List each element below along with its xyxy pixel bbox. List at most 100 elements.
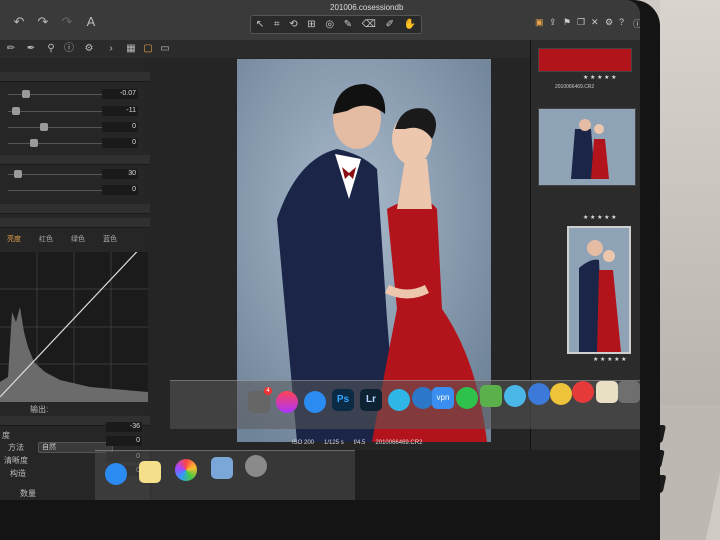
netease-music-icon[interactable] (572, 381, 594, 403)
slider-value[interactable]: 0 (102, 138, 138, 148)
macos-dock: 4 Ps Lr vpn (170, 380, 640, 429)
thumbnail-selected[interactable] (538, 108, 636, 186)
stickies-icon[interactable] (139, 461, 161, 483)
finder-icon[interactable] (528, 383, 550, 405)
photo-info-bar: ISO 200 1/125 s f/4.5 2010066469.CR2 (292, 440, 492, 450)
compare-view-icon[interactable]: ▭ (158, 42, 172, 56)
info-icon-app[interactable] (388, 389, 410, 411)
tab-green[interactable]: 绿色 (66, 233, 90, 247)
window-title: 201006.cosessiondb (330, 3, 404, 12)
slider-thumb[interactable] (30, 139, 38, 147)
hand-tool-icon[interactable]: ✋ (404, 19, 416, 30)
rotate-tool-icon[interactable]: ⟲ (289, 19, 297, 30)
qq-icon[interactable] (412, 387, 434, 409)
exposure-slider[interactable]: -0.07 (0, 88, 150, 101)
itunes-icon[interactable] (276, 391, 298, 413)
slider-value[interactable]: 0 (102, 122, 138, 132)
thumbnail-top[interactable] (538, 48, 632, 72)
macos-dock-lower (95, 450, 355, 500)
structure-slider[interactable]: 0 (0, 184, 150, 197)
contrast-slider[interactable]: -11 (0, 105, 150, 118)
cloud-icon[interactable] (504, 385, 526, 407)
slider-thumb[interactable] (12, 107, 20, 115)
safari-icon[interactable] (105, 463, 127, 485)
help-icon[interactable]: ? (619, 17, 629, 28)
curve-graph: ✎ (0, 241, 166, 402)
brightness-slider[interactable]: 0 (0, 121, 150, 134)
launchpad-icon[interactable] (245, 455, 267, 477)
search-icon[interactable]: ⚲ (44, 42, 58, 56)
slider-value[interactable]: -11 (102, 106, 138, 116)
rating-stars[interactable]: ★ ★ ★ ★ ★ (593, 356, 627, 363)
capture-icon[interactable]: ▣ (535, 17, 545, 28)
evernote-icon[interactable] (480, 385, 502, 407)
text-tool-icon[interactable]: A (84, 15, 98, 29)
brush-tool-icon[interactable]: ✎ (344, 19, 352, 30)
app-store-icon[interactable] (304, 391, 326, 413)
vpn-icon[interactable]: vpn (432, 387, 454, 409)
tab-blue[interactable]: 蓝色 (98, 233, 122, 247)
saturation-slider[interactable]: 0 (0, 137, 150, 150)
undo-icon[interactable]: ↶ (12, 15, 26, 29)
rating-stars[interactable]: ★ ★ ★ ★ ★ (583, 214, 617, 221)
cursor-tools: ↖ ⌗ ⟲ ⊞ ◎ ✎ ⌫ ✐ ✋ (250, 15, 422, 34)
flag-icon[interactable]: ⚑ (563, 17, 573, 28)
output-label: 输出: (30, 405, 49, 414)
export-icon[interactable]: ⇪ (549, 17, 559, 28)
shutter-value: 1/125 s (324, 440, 344, 446)
notes-icon[interactable] (596, 381, 618, 403)
curve-editor[interactable]: ✎ (0, 241, 166, 402)
method-amount[interactable]: 0 (106, 436, 142, 446)
photos-icon[interactable] (175, 459, 197, 481)
clarity-slider[interactable]: 30 (0, 168, 150, 181)
filename: 2010066469.CR2 (375, 440, 423, 446)
gear-icon[interactable]: ⚙ (82, 42, 96, 56)
slider-value[interactable]: -0.07 (102, 89, 138, 99)
slider-thumb[interactable] (14, 170, 22, 178)
pen-icon[interactable]: ✏ (4, 42, 18, 56)
iso-value: ISO 200 (292, 440, 315, 446)
rating-stars[interactable]: ★ ★ ★ ★ ★ (583, 74, 617, 81)
thumbnail-current[interactable] (567, 226, 631, 354)
stack-icon[interactable]: ❐ (577, 17, 587, 28)
thumbnail-image (539, 109, 635, 185)
chevron-icon[interactable]: › (104, 42, 118, 56)
laptop-screen: 201006.cosessiondb ↶ ↷ ↷ A ↖ ⌗ ⟲ ⊞ ◎ ✎ ⌫… (0, 0, 640, 500)
brush-icon[interactable]: ✒ (24, 42, 38, 56)
settings-icon[interactable]: ⚙ (605, 17, 615, 28)
crop-tool-icon[interactable]: ⌗ (274, 19, 280, 30)
picker-tool-icon[interactable]: ✐ (386, 19, 394, 30)
eraser-tool-icon[interactable]: ⌫ (362, 19, 376, 30)
slider-value[interactable]: 0 (102, 185, 138, 195)
slider-value[interactable]: 30 (102, 169, 138, 179)
tool-header (0, 204, 150, 214)
trash-icon[interactable] (618, 381, 640, 403)
tab-luma[interactable]: 亮度 (2, 233, 26, 247)
keystone-tool-icon[interactable]: ⊞ (307, 19, 315, 30)
single-view-icon[interactable]: ▢ (141, 42, 155, 56)
tool-header (0, 155, 150, 165)
slider-thumb[interactable] (22, 90, 30, 98)
info-circle-icon[interactable]: ⓘ (62, 42, 76, 56)
preview-icon[interactable] (211, 457, 233, 479)
chrome-icon[interactable] (550, 383, 572, 405)
redo-icon[interactable]: ↷ (36, 15, 50, 29)
wechat-icon[interactable] (456, 387, 478, 409)
select-tool-icon[interactable]: ↖ (256, 19, 264, 30)
lightroom-icon[interactable]: Lr (360, 389, 382, 411)
amount-value[interactable]: -36 (106, 422, 142, 432)
slider-thumb[interactable] (40, 123, 48, 131)
tool-header (0, 72, 150, 82)
tab-red[interactable]: 红色 (34, 233, 58, 247)
info-icon[interactable]: ⓘ (633, 17, 640, 29)
label-clarity: 清晰度 (4, 456, 28, 465)
thumbnail-caption: 2010066469.CR2 (555, 84, 595, 90)
forward-icon[interactable]: ↷ (60, 15, 74, 29)
grid-view-icon[interactable]: ▦ (124, 42, 138, 56)
laptop-bezel: 201006.cosessiondb ↶ ↷ ↷ A ↖ ⌗ ⟲ ⊞ ◎ ✎ ⌫… (0, 0, 660, 540)
spot-tool-icon[interactable]: ◎ (325, 19, 334, 30)
aperture-value: f/4.5 (353, 440, 366, 446)
tools-icon[interactable]: ✕ (591, 17, 601, 28)
photoshop-icon[interactable]: Ps (332, 389, 354, 411)
notification-badge: 4 (264, 387, 272, 395)
